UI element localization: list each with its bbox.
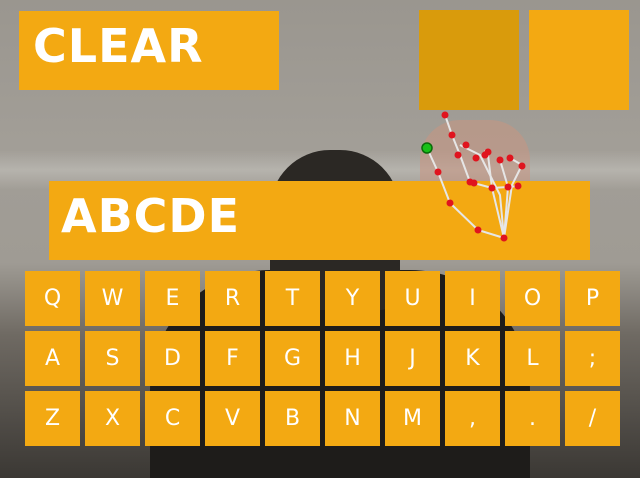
- key-2-7[interactable]: ,: [445, 391, 500, 446]
- key-1-1[interactable]: S: [85, 331, 140, 386]
- key-0-3[interactable]: R: [205, 271, 260, 326]
- key-2-0[interactable]: Z: [25, 391, 80, 446]
- key-1-0[interactable]: A: [25, 331, 80, 386]
- key-1-8[interactable]: L: [505, 331, 560, 386]
- typed-text: ABCDE: [61, 189, 241, 243]
- key-1-3[interactable]: F: [205, 331, 260, 386]
- key-0-6[interactable]: U: [385, 271, 440, 326]
- clear-button[interactable]: CLEAR: [19, 11, 279, 90]
- key-2-6[interactable]: M: [385, 391, 440, 446]
- key-0-9[interactable]: P: [565, 271, 620, 326]
- pinch-indicator-square-right: [529, 10, 629, 110]
- key-1-2[interactable]: D: [145, 331, 200, 386]
- key-2-9[interactable]: /: [565, 391, 620, 446]
- key-2-1[interactable]: X: [85, 391, 140, 446]
- typed-text-display: ABCDE: [49, 181, 590, 260]
- key-2-2[interactable]: C: [145, 391, 200, 446]
- key-2-8[interactable]: .: [505, 391, 560, 446]
- key-1-4[interactable]: G: [265, 331, 320, 386]
- key-2-3[interactable]: V: [205, 391, 260, 446]
- key-0-5[interactable]: Y: [325, 271, 380, 326]
- key-1-6[interactable]: J: [385, 331, 440, 386]
- clear-button-label: CLEAR: [33, 19, 204, 73]
- key-2-4[interactable]: B: [265, 391, 320, 446]
- key-1-7[interactable]: K: [445, 331, 500, 386]
- key-1-9[interactable]: ;: [565, 331, 620, 386]
- key-0-1[interactable]: W: [85, 271, 140, 326]
- pinch-indicator-square-left: [419, 10, 519, 110]
- key-0-8[interactable]: O: [505, 271, 560, 326]
- key-0-0[interactable]: Q: [25, 271, 80, 326]
- key-2-5[interactable]: N: [325, 391, 380, 446]
- key-1-5[interactable]: H: [325, 331, 380, 386]
- key-0-2[interactable]: E: [145, 271, 200, 326]
- key-0-7[interactable]: I: [445, 271, 500, 326]
- key-0-4[interactable]: T: [265, 271, 320, 326]
